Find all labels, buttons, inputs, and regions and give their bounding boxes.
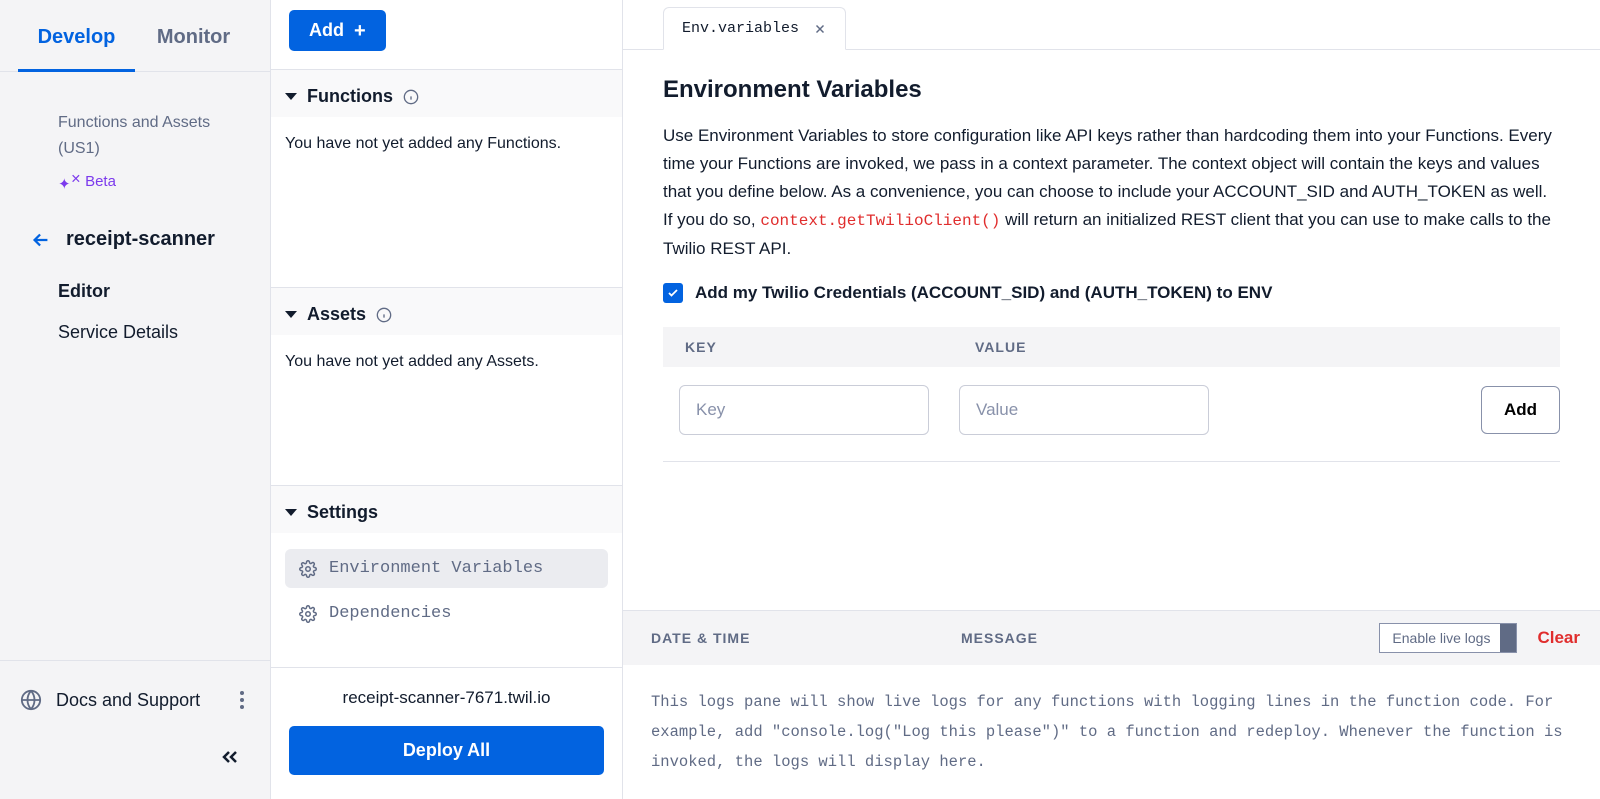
beta-label: Beta [85,169,116,195]
section-title-functions: Functions [307,86,393,107]
develop-monitor-tabs: Develop Monitor [0,0,270,72]
plus-icon: + [354,21,366,41]
functions-empty-text: You have not yet added any Functions. [271,117,622,287]
tab-env-variables[interactable]: Env.variables [663,7,846,50]
sidebar-footer: Docs and Support [0,660,270,739]
arrow-back-icon[interactable] [30,229,52,251]
section-assets: Assets You have not yet added any Assets… [271,287,622,485]
section-functions: Functions You have not yet added any Fun… [271,69,622,287]
add-button[interactable]: Add + [289,10,386,51]
sidebar-item-service-details[interactable]: Service Details [58,312,270,353]
section-header-settings[interactable]: Settings [271,486,622,533]
toggle-handle-icon [1500,624,1516,652]
logs-pane: DATE & TIME MESSAGE Enable live logs Cle… [623,610,1600,799]
kebab-menu-icon[interactable] [234,685,250,715]
settings-item-label: Dependencies [329,604,451,623]
gear-icon [299,605,317,623]
logs-placeholder-text: This logs pane will show live logs for a… [623,665,1600,799]
sidebar-item-editor[interactable]: Editor [58,271,270,312]
caret-down-icon [285,311,297,318]
deploy-url: receipt-scanner-7671.twil.io [289,688,604,708]
breadcrumb-line-2: (US1) [58,136,250,162]
section-header-assets[interactable]: Assets [271,288,622,335]
value-input[interactable] [959,385,1209,435]
kv-input-row: Add [663,367,1560,462]
deploy-all-button[interactable]: Deploy All [289,726,604,775]
middle-footer: receipt-scanner-7671.twil.io Deploy All [271,667,622,799]
sparkle-icon: ✦✕ [58,166,81,198]
caret-down-icon [285,509,297,516]
assets-empty-text: You have not yet added any Assets. [271,335,622,485]
breadcrumb-line-1[interactable]: Functions and Assets [58,110,250,136]
logs-header-datetime: DATE & TIME [651,630,961,646]
docs-support-link[interactable]: Docs and Support [56,690,200,711]
credentials-checkbox[interactable] [663,283,683,303]
credentials-checkbox-row: Add my Twilio Credentials (ACCOUNT_SID) … [663,283,1560,303]
enable-live-logs-toggle[interactable]: Enable live logs [1379,623,1517,653]
settings-item-label: Environment Variables [329,559,543,578]
enable-live-logs-label: Enable live logs [1392,630,1490,646]
settings-item-dependencies[interactable]: Dependencies [285,594,608,633]
sidebar-left: Develop Monitor Functions and Assets (US… [0,0,271,799]
section-settings: Settings Environment Variables Dependenc… [271,485,622,649]
beta-badge: ✦✕ Beta [58,166,250,198]
info-icon[interactable] [376,307,392,323]
file-tabs-bar: Env.variables [623,0,1600,50]
desc-code: context.getTwilioClient() [760,212,1000,230]
caret-down-icon [285,93,297,100]
page-description: Use Environment Variables to store confi… [663,122,1560,263]
globe-icon [20,689,42,711]
clear-logs-button[interactable]: Clear [1537,628,1580,648]
section-title-settings: Settings [307,502,378,523]
section-title-assets: Assets [307,304,366,325]
logs-header: DATE & TIME MESSAGE Enable live logs Cle… [623,611,1600,665]
tab-monitor[interactable]: Monitor [135,26,252,71]
main-panel: Env.variables Environment Variables Use … [623,0,1600,799]
breadcrumb: Functions and Assets (US1) ✦✕ Beta [0,92,270,198]
tab-develop[interactable]: Develop [18,26,135,71]
add-button-label: Add [309,20,344,41]
credentials-checkbox-label: Add my Twilio Credentials (ACCOUNT_SID) … [695,283,1272,303]
settings-item-env-vars[interactable]: Environment Variables [285,549,608,588]
chevrons-left-icon[interactable] [218,745,242,769]
middle-panel: Add + Functions You have not yet added a… [271,0,623,799]
project-name: receipt-scanner [66,228,215,251]
sidebar-nav-list: Editor Service Details [0,271,270,353]
close-icon[interactable] [813,22,827,36]
gear-icon [299,560,317,578]
section-header-functions[interactable]: Functions [271,70,622,117]
kv-header: KEY VALUE [663,327,1560,367]
project-row: receipt-scanner [0,198,270,271]
add-env-var-button[interactable]: Add [1481,386,1560,434]
kv-header-value: VALUE [975,339,1026,355]
kv-header-key: KEY [685,339,975,355]
logs-header-message: MESSAGE [961,630,1038,646]
key-input[interactable] [679,385,929,435]
file-tab-label: Env.variables [682,20,799,37]
check-icon [667,287,679,299]
info-icon[interactable] [403,89,419,105]
page-title: Environment Variables [663,76,1560,104]
